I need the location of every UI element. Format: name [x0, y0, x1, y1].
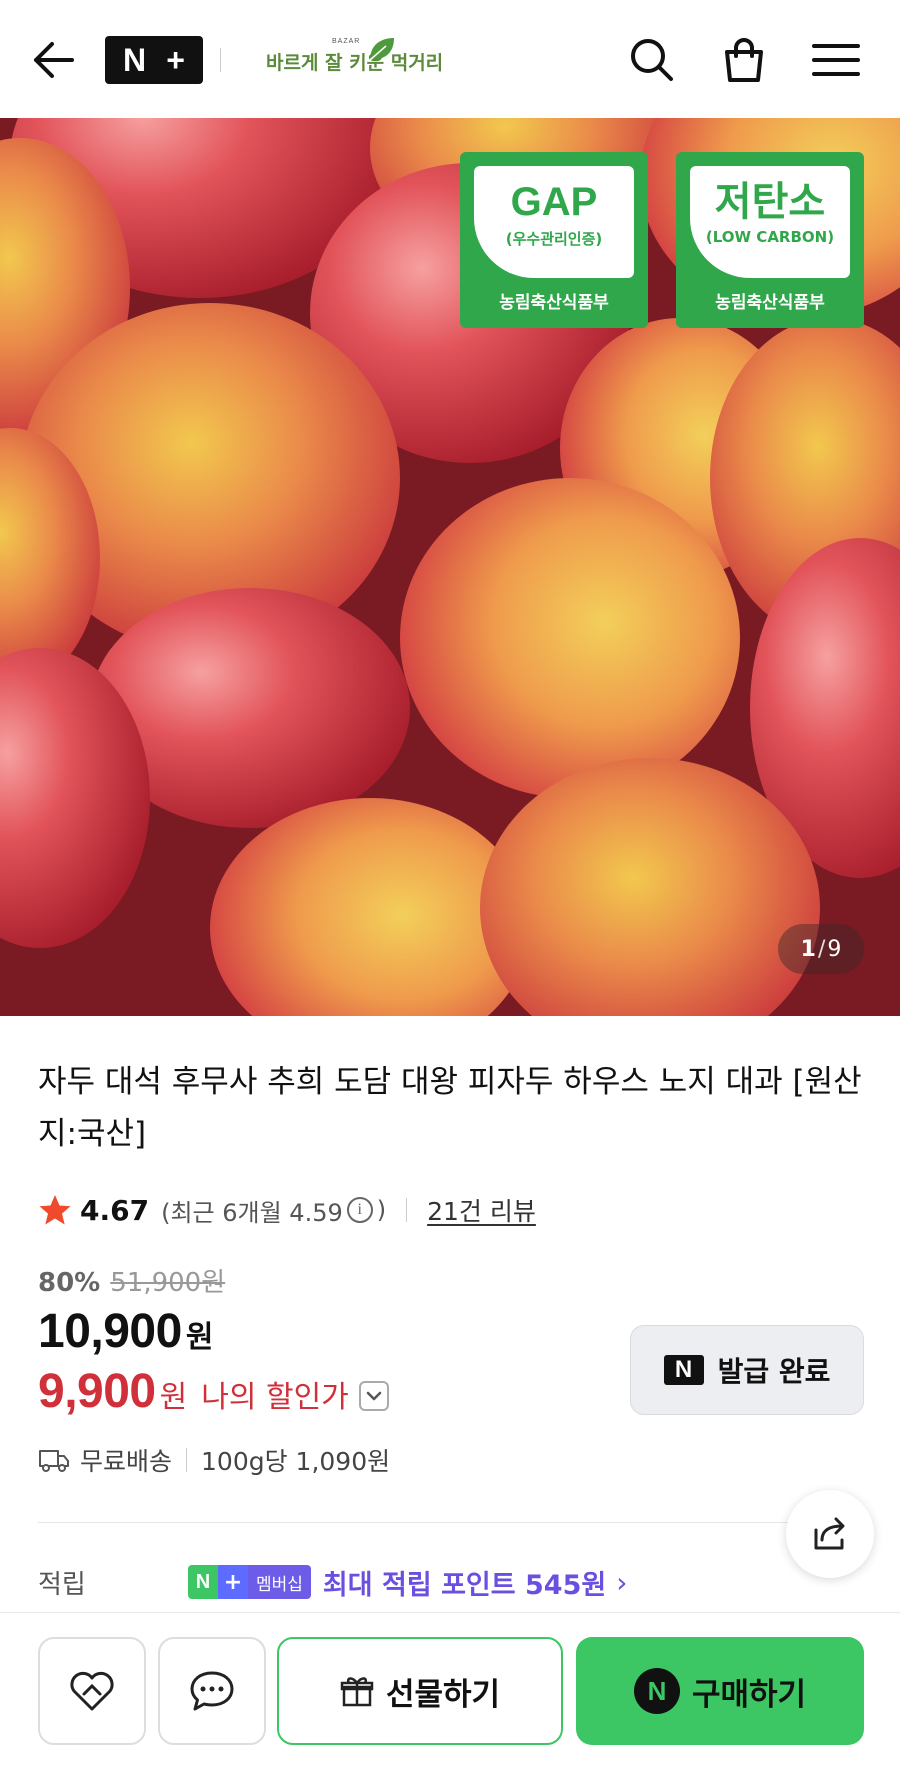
arrow-left-icon: [34, 42, 74, 78]
nplus-n: N: [123, 42, 147, 78]
rating-separator: [406, 1198, 408, 1222]
shipping-text: 무료배송: [80, 1447, 173, 1476]
store-logo[interactable]: 바르게 잘 키운 먹거리 BAZAR: [266, 34, 443, 86]
gap-certification-badge: GAP (우수관리인증) 농림축산식품부: [460, 152, 648, 328]
rating-row: 4.67 (최근 6개월 4.59 i ) 21건 리뷰: [38, 1190, 536, 1230]
recent-rating: (최근 6개월 4.59 i ): [161, 1193, 386, 1228]
header-divider: [220, 48, 221, 72]
discount-row: 80% 51,900원: [38, 1262, 225, 1299]
store-logo-sub: BAZAR: [332, 38, 361, 45]
product-title: 자두 대석 후무사 추희 도담 대왕 피자두 하우스 노지 대과 [원산지:국산…: [38, 1064, 862, 1152]
wishlist-button[interactable]: [38, 1637, 146, 1745]
image-counter-current: 1: [800, 936, 816, 962]
buy-button-label: 구매하기: [691, 1676, 807, 1713]
share-icon: [814, 1517, 845, 1550]
star-icon: [39, 1195, 71, 1225]
gift-button[interactable]: 선물하기: [277, 1637, 563, 1745]
badge-title: 저탄소: [714, 180, 826, 224]
leaf-icon: [369, 38, 394, 61]
naver-n-icon: N: [663, 1355, 704, 1385]
gift-icon: [340, 1677, 374, 1707]
shopping-bag-icon: [725, 38, 763, 82]
badge-inner: 저탄소 (LOW CARBON): [690, 166, 850, 278]
max-points-text: 최대 적립 포인트 545원: [322, 1569, 607, 1601]
hamburger-menu-icon: [812, 44, 860, 76]
points-label: 적립: [38, 1569, 86, 1600]
back-button[interactable]: [28, 36, 80, 84]
membership-badge: N + 멤버십: [188, 1565, 311, 1599]
search-icon: [631, 39, 673, 81]
nplus-plus: +: [166, 42, 185, 78]
sale-price: 10,900: [38, 1305, 182, 1358]
search-button[interactable]: [626, 34, 678, 86]
shipping-separator: [186, 1448, 188, 1472]
truck-icon: [39, 1450, 69, 1472]
section-divider: [38, 1522, 808, 1523]
badge-inner: GAP (우수관리인증): [474, 166, 634, 278]
my-discount-price: 9,900: [38, 1365, 156, 1418]
discount-detail-toggle[interactable]: [358, 1381, 389, 1411]
image-counter-total: 9: [827, 936, 842, 962]
membership-badge-n: N: [188, 1565, 218, 1599]
chevron-down-icon: [366, 1391, 382, 1401]
talk-talk-button[interactable]: [158, 1637, 266, 1745]
gift-button-label: 선물하기: [385, 1676, 501, 1713]
info-icon[interactable]: i: [346, 1197, 373, 1223]
naver-pay-n-icon: N: [633, 1668, 680, 1714]
top-navigation-bar: N + 바르게 잘 키운 먹거리 BAZAR: [0, 0, 900, 118]
image-counter: 1 / 9: [778, 924, 864, 974]
chevron-right-icon: ›: [616, 1565, 628, 1599]
badge-subtitle: (우수관리인증): [505, 230, 603, 248]
menu-button[interactable]: [810, 34, 862, 86]
product-image-gallery[interactable]: GAP (우수관리인증) 농림축산식품부 저탄소 (LOW CARBON) 농림…: [0, 118, 900, 1016]
membership-badge-text: 멤버십: [248, 1565, 311, 1599]
heart-icon: [70, 1671, 114, 1711]
badge-issuer: 농림축산식품부: [499, 293, 609, 313]
rating-value: 4.67: [80, 1193, 150, 1227]
cart-button[interactable]: [718, 34, 770, 86]
badge-title: GAP: [510, 180, 598, 224]
discount-percent: 80%: [38, 1268, 101, 1298]
badge-issuer: 농림축산식품부: [715, 293, 825, 313]
image-counter-separator: /: [817, 936, 826, 962]
sale-price-unit: 원: [185, 1320, 214, 1355]
original-price: 51,900원: [110, 1268, 226, 1298]
price-row: 10,900 원: [38, 1304, 213, 1359]
my-discount-price-unit: 원: [159, 1380, 188, 1415]
buy-button[interactable]: N 구매하기: [576, 1637, 864, 1745]
points-row[interactable]: 적립 N + 멤버십 최대 적립 포인트 545원 ›: [38, 1560, 868, 1604]
coupon-button-label: 발급 완료: [717, 1355, 831, 1388]
membership-badge-plus: +: [218, 1565, 248, 1599]
shipping-row: 무료배송 100g당 1,090원: [38, 1442, 390, 1478]
recent-rating-close: ): [376, 1196, 387, 1224]
store-logo-text: 바르게 잘 키운 먹거리: [266, 52, 444, 74]
naver-plus-store-logo[interactable]: N +: [105, 36, 203, 84]
review-count-link[interactable]: 21건 리뷰: [427, 1192, 536, 1228]
chat-bubble-icon: [190, 1671, 234, 1711]
low-carbon-certification-badge: 저탄소 (LOW CARBON) 농림축산식품부: [676, 152, 864, 328]
coupon-issued-button[interactable]: N 발급 완료: [630, 1325, 864, 1415]
bottom-action-bar: 선물하기 N 구매하기: [0, 1612, 900, 1769]
recent-rating-text: (최근 6개월 4.59: [161, 1198, 343, 1227]
badge-subtitle: (LOW CARBON): [705, 228, 835, 246]
my-discount-label: 나의 할인가: [201, 1380, 349, 1415]
my-discount-price-row: 9,900 원 나의 할인가: [38, 1364, 389, 1419]
unit-price-text: 100g당 1,090원: [201, 1447, 391, 1476]
